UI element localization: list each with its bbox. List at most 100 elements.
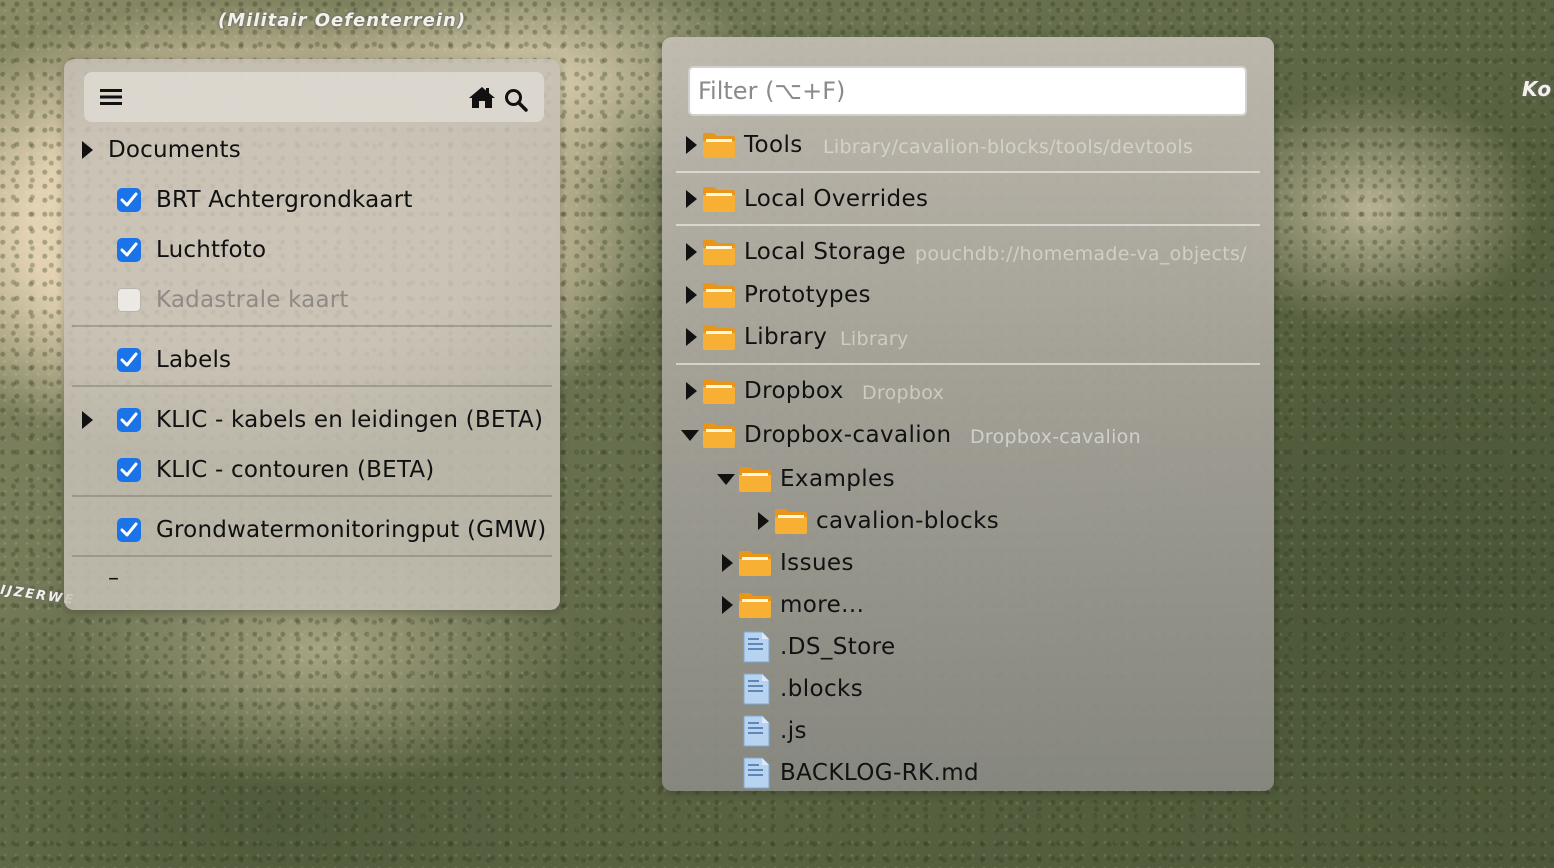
tree-item-name: Prototypes xyxy=(744,282,871,308)
layer-checkbox[interactable] xyxy=(117,188,141,212)
divider xyxy=(72,385,552,387)
layer-row[interactable]: KLIC - kabels en leidingen (BETA) xyxy=(64,400,560,440)
folder-icon xyxy=(738,549,772,577)
document-file-icon xyxy=(742,757,770,789)
tree-item-dropbox[interactable]: Dropbox Dropbox xyxy=(662,373,1274,409)
layer-checkbox[interactable] xyxy=(117,518,141,542)
tree-item-dropbox-cavalion[interactable]: Dropbox-cavalion Dropbox-cavalion xyxy=(662,417,1274,453)
layer-label: Grondwatermonitoringput (GMW) xyxy=(156,517,547,543)
tree-item-name: Local Storage xyxy=(744,239,907,265)
tree-item-examples[interactable]: Examples xyxy=(662,461,1274,497)
layers-toolbar xyxy=(84,72,544,122)
hamburger-menu-icon[interactable] xyxy=(100,88,122,106)
layer-row[interactable]: Labels xyxy=(64,340,560,380)
collapse-arrow-icon[interactable] xyxy=(717,474,735,485)
tree-item-path: Library xyxy=(840,328,909,350)
layer-label: BRT Achtergrondkaart xyxy=(156,187,413,213)
layer-label: Kadastrale kaart xyxy=(156,287,349,313)
expand-arrow-icon[interactable] xyxy=(686,136,697,154)
folder-icon xyxy=(702,185,736,213)
tree-item-name: cavalion-blocks xyxy=(816,508,1000,534)
tree-item-tools[interactable]: Tools Library/cavalion-blocks/tools/devt… xyxy=(662,127,1274,163)
documents-label: Documents xyxy=(108,137,241,163)
tree-item-file[interactable]: BACKLOG-RK.md xyxy=(662,755,1274,791)
folder-icon xyxy=(738,465,772,493)
folder-icon xyxy=(702,323,736,351)
layer-row[interactable]: KLIC - contouren (BETA) xyxy=(64,450,560,490)
expand-arrow-icon[interactable] xyxy=(686,190,697,208)
tree-item-name: Local Overrides xyxy=(744,186,929,212)
tree-item-file[interactable]: .js xyxy=(662,713,1274,749)
layer-label: KLIC - kabels en leidingen (BETA) xyxy=(156,407,544,433)
divider xyxy=(72,325,552,327)
folder-icon xyxy=(738,591,772,619)
layer-checkbox[interactable] xyxy=(117,408,141,432)
divider xyxy=(676,171,1260,173)
layers-panel: Documents BRT Achtergrondkaart Luchtfoto… xyxy=(64,59,560,610)
expand-arrow-icon[interactable] xyxy=(686,286,697,304)
tree-item-local-storage[interactable]: Local Storage pouchdb://homemade-va_obje… xyxy=(662,234,1274,270)
expand-arrow-icon[interactable] xyxy=(686,328,697,346)
expand-arrow-icon[interactable] xyxy=(82,411,93,429)
folder-icon xyxy=(702,281,736,309)
folder-icon xyxy=(702,421,736,449)
tree-item-issues[interactable]: Issues xyxy=(662,545,1274,581)
map-place-label-edge: Ko xyxy=(1522,77,1553,101)
divider xyxy=(72,555,552,557)
tree-item-local-overrides[interactable]: Local Overrides xyxy=(662,181,1274,217)
tree-item-name: Dropbox xyxy=(744,378,844,404)
expand-arrow-icon[interactable] xyxy=(686,382,697,400)
tree-item-name: .DS_Store xyxy=(780,634,896,660)
folder-icon xyxy=(774,507,808,535)
tree-item-name: Library xyxy=(744,324,828,350)
layer-checkbox[interactable] xyxy=(117,458,141,482)
tree-item-name: Examples xyxy=(780,466,895,492)
layer-label: Labels xyxy=(156,347,232,373)
document-file-icon xyxy=(742,673,770,705)
tree-item-prototypes[interactable]: Prototypes xyxy=(662,277,1274,313)
folder-icon xyxy=(702,131,736,159)
expand-arrow-icon[interactable] xyxy=(82,141,93,159)
tree-item-path: Dropbox xyxy=(862,382,945,404)
tree-item-name: Issues xyxy=(780,550,854,576)
layer-checkbox[interactable] xyxy=(117,238,141,262)
layer-row[interactable]: BRT Achtergrondkaart xyxy=(64,180,560,220)
tree-item-more[interactable]: more... xyxy=(662,587,1274,623)
map-place-label: (Militair Oefenterrein) xyxy=(218,10,467,31)
home-icon[interactable] xyxy=(468,85,496,109)
tree-item-path: Library/cavalion-blocks/tools/devtools xyxy=(823,136,1194,158)
folder-icon xyxy=(702,238,736,266)
files-panel: Tools Library/cavalion-blocks/tools/devt… xyxy=(662,37,1274,791)
tree-item-name: .blocks xyxy=(780,676,864,702)
collapse-dash[interactable]: – xyxy=(108,564,119,594)
layer-label: KLIC - contouren (BETA) xyxy=(156,457,435,483)
expand-arrow-icon[interactable] xyxy=(758,512,769,530)
tree-item-name: BACKLOG-RK.md xyxy=(780,760,980,786)
tree-item-cavalion-blocks[interactable]: cavalion-blocks xyxy=(662,503,1274,539)
divider xyxy=(676,224,1260,226)
layer-row[interactable]: Luchtfoto xyxy=(64,230,560,270)
layer-row[interactable]: Kadastrale kaart xyxy=(64,280,560,320)
document-file-icon xyxy=(742,631,770,663)
search-icon[interactable] xyxy=(504,88,528,112)
expand-arrow-icon[interactable] xyxy=(722,554,733,572)
tree-item-name: .js xyxy=(780,718,807,744)
tree-item-name: Dropbox-cavalion xyxy=(744,422,952,448)
tree-item-file[interactable]: .blocks xyxy=(662,671,1274,707)
tree-item-path: Dropbox-cavalion xyxy=(970,426,1141,448)
expand-arrow-icon[interactable] xyxy=(722,596,733,614)
collapse-arrow-icon[interactable] xyxy=(681,430,699,441)
folder-icon xyxy=(702,377,736,405)
divider xyxy=(676,363,1260,365)
layer-row[interactable]: Grondwatermonitoringput (GMW) xyxy=(64,510,560,550)
tree-item-library[interactable]: Library Library xyxy=(662,319,1274,355)
layer-checkbox[interactable] xyxy=(117,348,141,372)
filter-input[interactable] xyxy=(688,66,1247,116)
tree-item-path: pouchdb://homemade-va_objects/ xyxy=(915,243,1247,265)
tree-item-name: more... xyxy=(780,592,865,618)
documents-node[interactable]: Documents xyxy=(64,130,560,170)
document-file-icon xyxy=(742,715,770,747)
layer-checkbox[interactable] xyxy=(117,288,141,312)
tree-item-file[interactable]: .DS_Store xyxy=(662,629,1274,665)
expand-arrow-icon[interactable] xyxy=(686,243,697,261)
